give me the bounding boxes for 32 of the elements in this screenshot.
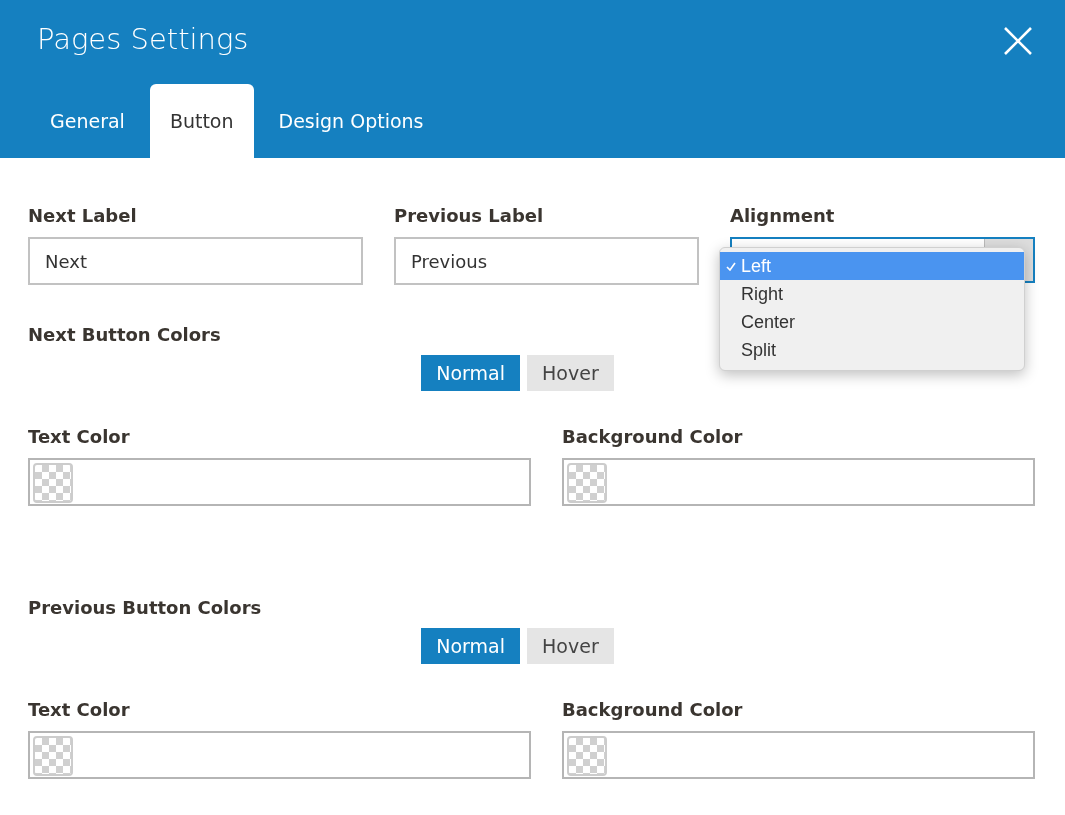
transparent-swatch-icon[interactable] xyxy=(567,463,607,503)
dropdown-option[interactable]: Right xyxy=(720,280,1024,308)
field-label: Text Color xyxy=(28,698,131,722)
check-icon xyxy=(725,261,736,271)
section-heading: Previous Button Colors xyxy=(28,596,263,620)
field-label: Text Color xyxy=(28,425,131,449)
dropdown-option[interactable]: Split xyxy=(720,336,1024,364)
color-field[interactable] xyxy=(28,458,531,506)
section-heading: Next Button Colors xyxy=(28,323,222,347)
field-label: Background Color xyxy=(562,698,744,722)
mode-toggle[interactable]: Hover xyxy=(527,628,614,664)
mode-toggle[interactable]: Hover xyxy=(527,355,614,391)
tab[interactable]: Design Options xyxy=(258,84,444,158)
color-field[interactable] xyxy=(562,731,1035,779)
text-input[interactable]: Next xyxy=(28,237,363,285)
field-label: Previous Label xyxy=(394,204,545,228)
field-label: Background Color xyxy=(562,425,744,449)
color-field[interactable] xyxy=(28,731,531,779)
transparent-swatch-icon[interactable] xyxy=(567,736,607,776)
transparent-swatch-icon[interactable] xyxy=(33,736,73,776)
window-title: Pages Settings xyxy=(37,22,249,56)
mode-toggle[interactable]: Normal xyxy=(421,628,521,664)
tab[interactable]: General xyxy=(30,84,145,158)
field-label: Alignment xyxy=(730,204,836,228)
close-icon[interactable] xyxy=(1003,26,1033,56)
tab[interactable]: Button xyxy=(149,84,254,158)
transparent-swatch-icon[interactable] xyxy=(33,463,73,503)
text-input[interactable]: Previous xyxy=(394,237,699,285)
dropdown-option[interactable]: Center xyxy=(720,308,1024,336)
mode-toggle[interactable]: Normal xyxy=(421,355,521,391)
color-field[interactable] xyxy=(562,458,1035,506)
field-label: Next Label xyxy=(28,204,138,228)
